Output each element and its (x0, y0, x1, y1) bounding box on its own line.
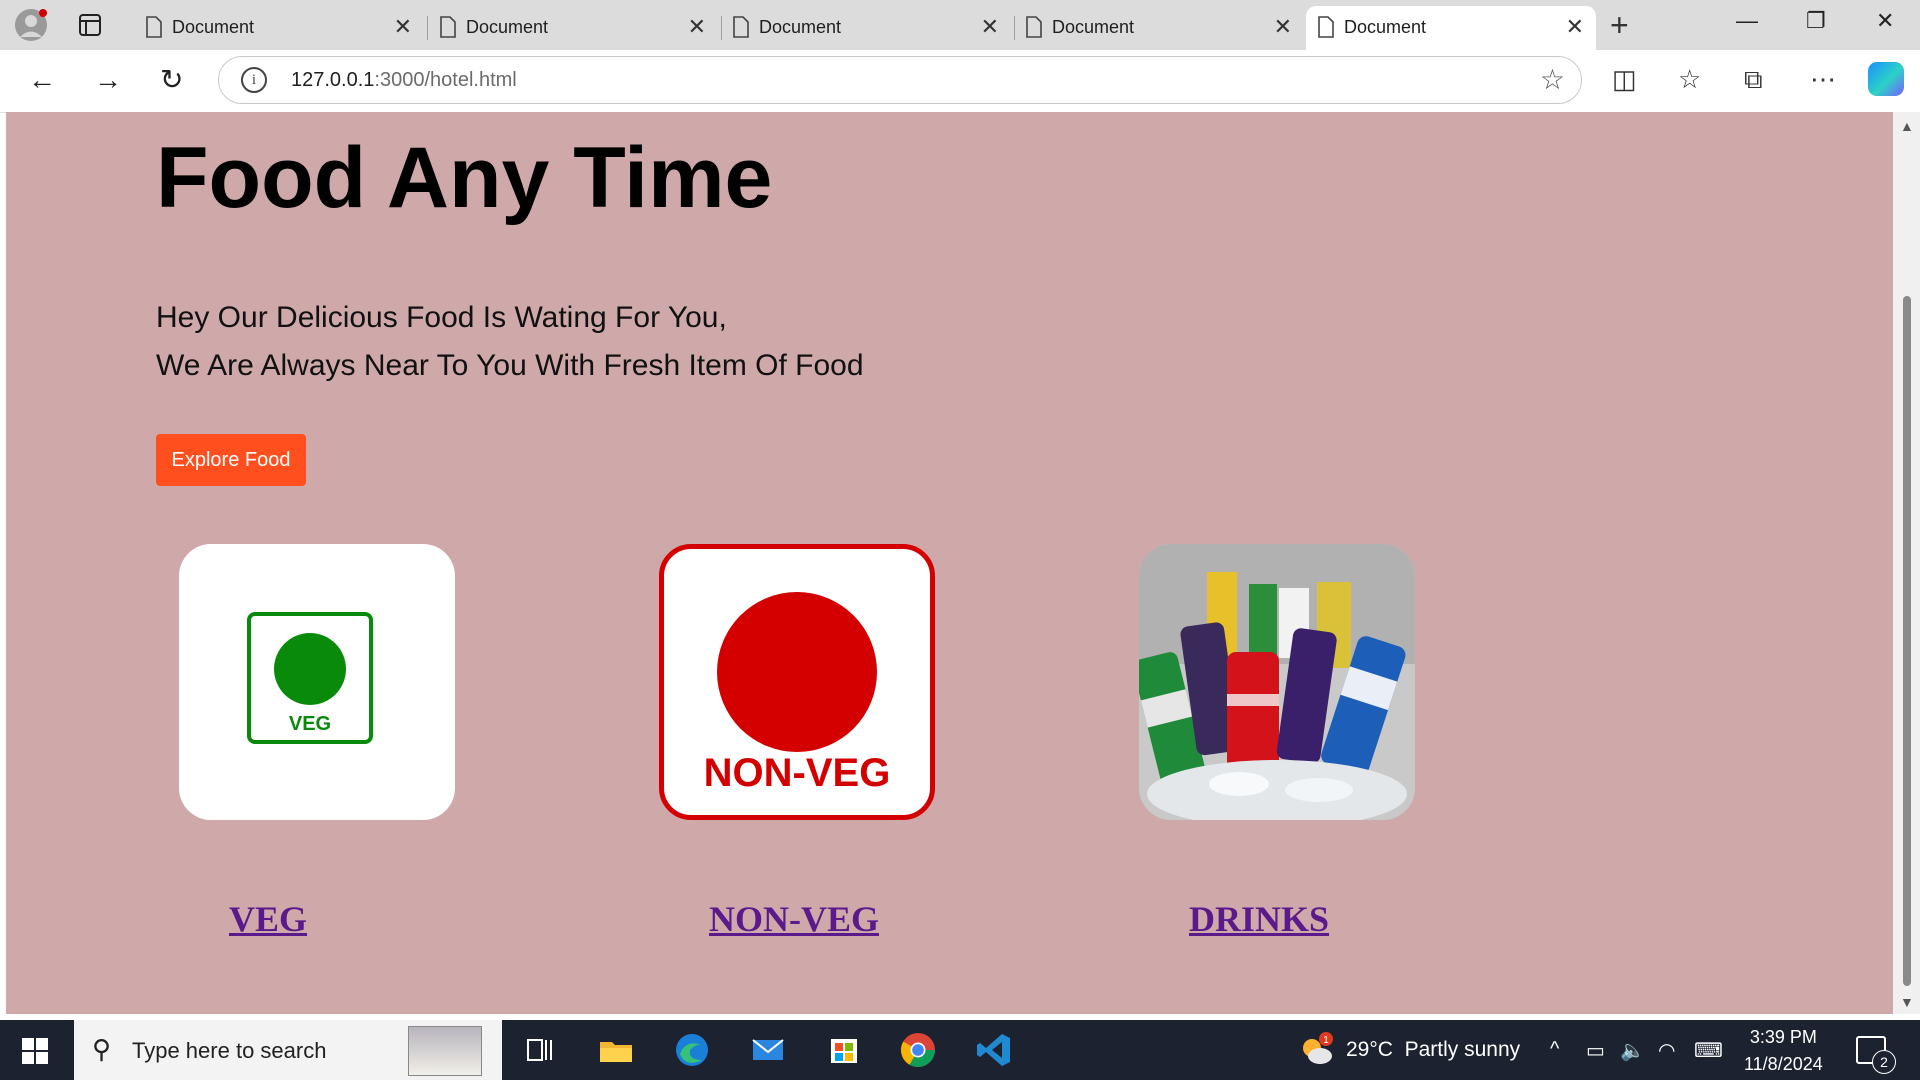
profile-avatar-icon[interactable] (14, 8, 48, 42)
wifi-icon[interactable]: ◠ (1658, 1038, 1675, 1063)
address-bar[interactable]: i 127.0.0.1:3000/hotel.html ☆ (218, 56, 1582, 104)
browser-tab-active[interactable]: Document ✕ (1306, 6, 1596, 50)
back-icon[interactable]: ← (28, 64, 56, 96)
show-hidden-icons-icon[interactable]: ^ (1550, 1038, 1559, 1061)
page-content: Order Your Best Food Any Time Hey Our De… (6, 112, 1893, 1014)
close-tab-icon[interactable]: ✕ (1274, 14, 1292, 40)
explore-food-button[interactable]: Explore Food (156, 434, 306, 486)
battery-icon[interactable]: ▭ (1586, 1038, 1605, 1063)
tab-title: Document (172, 17, 255, 37)
vertical-scrollbar[interactable]: ▲ ▼ (1893, 112, 1920, 1014)
minimize-icon[interactable]: — (1736, 8, 1758, 34)
drinks-image (1139, 544, 1415, 820)
search-placeholder[interactable]: Type here to search (132, 1038, 326, 1064)
split-screen-icon[interactable]: ◫ (1612, 64, 1637, 95)
clock-date: 11/8/2024 (1744, 1054, 1823, 1074)
refresh-icon[interactable]: ↻ (160, 64, 183, 96)
hero-subtitle-line: We Are Always Near To You With Fresh Ite… (156, 349, 864, 382)
site-info-icon[interactable]: i (241, 67, 267, 93)
non-veg-badge-text: NON-VEG (704, 751, 891, 795)
non-veg-link[interactable]: NON-VEG (709, 898, 879, 940)
notification-count-badge: 2 (1872, 1050, 1896, 1074)
weather-icon[interactable]: 1 (1296, 1030, 1336, 1070)
windows-start-icon[interactable] (22, 1038, 48, 1064)
file-explorer-icon[interactable] (596, 1030, 636, 1070)
system-clock[interactable]: 3:39 PM 11/8/2024 (1744, 1024, 1823, 1078)
non-veg-card[interactable]: NON-VEG (659, 544, 935, 820)
drinks-card[interactable] (1139, 544, 1415, 820)
close-window-icon[interactable]: ✕ (1876, 8, 1894, 34)
restore-icon[interactable]: ❐ (1806, 8, 1826, 34)
scroll-up-icon[interactable]: ▲ (1900, 118, 1914, 134)
hero-subtitle: Hey Our Delicious Food Is Wating For You… (156, 294, 864, 390)
browser-tab[interactable]: Document ✕ (134, 6, 428, 50)
favorites-icon[interactable]: ☆ (1678, 64, 1701, 95)
taskbar-search-box[interactable]: ⚲ Type here to search (74, 1020, 502, 1080)
mail-icon[interactable] (748, 1030, 788, 1070)
copilot-icon[interactable] (1868, 62, 1904, 96)
veg-card[interactable]: VEG (179, 544, 455, 820)
new-tab-icon[interactable]: + (1610, 6, 1629, 44)
veg-link[interactable]: VEG (229, 898, 307, 940)
search-icon: ⚲ (92, 1034, 112, 1064)
browser-tab[interactable]: Document ✕ (1014, 6, 1304, 50)
collections-icon[interactable]: ⧉ (1744, 64, 1763, 96)
close-tab-icon[interactable]: ✕ (688, 14, 706, 40)
document-icon (146, 16, 162, 38)
weather-badge-count: 1 (1323, 1035, 1329, 1046)
hero-title-line: Order Your Best (156, 112, 812, 130)
volume-icon[interactable]: 🔈 (1620, 1038, 1645, 1063)
chrome-icon[interactable] (898, 1030, 938, 1070)
task-view-icon[interactable] (520, 1030, 560, 1070)
vscode-icon[interactable] (974, 1030, 1014, 1070)
tab-title: Document (466, 17, 549, 37)
non-veg-symbol-icon: NON-VEG (704, 592, 891, 795)
document-icon (440, 16, 456, 38)
tab-title: Document (1344, 17, 1427, 37)
edge-browser-icon[interactable] (672, 1030, 712, 1070)
browser-tab[interactable]: Document ✕ (428, 6, 722, 50)
forward-icon[interactable]: → (94, 64, 122, 96)
search-highlight-image[interactable] (408, 1026, 482, 1076)
browser-toolbar: ← → ↻ i 127.0.0.1:3000/hotel.html ☆ ◫ ☆ … (0, 50, 1920, 113)
favorite-star-icon[interactable]: ☆ (1540, 63, 1565, 96)
document-icon (1026, 16, 1042, 38)
veg-symbol-icon: VEG (247, 612, 373, 744)
hero-title: Order Your Best Food Any Time (156, 112, 812, 226)
taskbar: ⚲ Type here to search 1 29°C Partly sunn… (0, 1020, 1920, 1080)
document-icon (733, 16, 749, 38)
close-tab-icon[interactable]: ✕ (1566, 14, 1584, 40)
browser-tab[interactable]: Document ✕ (721, 6, 1015, 50)
url-text[interactable]: 127.0.0.1:3000/hotel.html (291, 69, 517, 92)
close-tab-icon[interactable]: ✕ (394, 14, 412, 40)
drinks-link[interactable]: DRINKS (1189, 898, 1329, 940)
document-icon (1318, 16, 1334, 38)
keyboard-icon[interactable]: ⌨ (1694, 1038, 1723, 1063)
microsoft-store-icon[interactable] (824, 1030, 864, 1070)
scroll-down-icon[interactable]: ▼ (1900, 994, 1914, 1010)
hero-subtitle-line: Hey Our Delicious Food Is Wating For You… (156, 301, 727, 334)
hero-title-line: Food Any Time (156, 130, 773, 226)
tab-actions-icon[interactable] (72, 12, 106, 38)
more-options-icon[interactable]: ⋯ (1810, 64, 1836, 95)
browser-tab-bar: Document ✕ Document ✕ Document ✕ Documen… (0, 0, 1920, 50)
close-tab-icon[interactable]: ✕ (981, 14, 999, 40)
veg-badge-text: VEG (289, 713, 331, 735)
tab-title: Document (1052, 17, 1135, 37)
weather-text[interactable]: 29°C Partly sunny (1346, 1038, 1520, 1062)
scrollbar-thumb[interactable] (1903, 296, 1911, 986)
tab-title: Document (759, 17, 842, 37)
clock-time: 3:39 PM (1749, 1027, 1817, 1047)
